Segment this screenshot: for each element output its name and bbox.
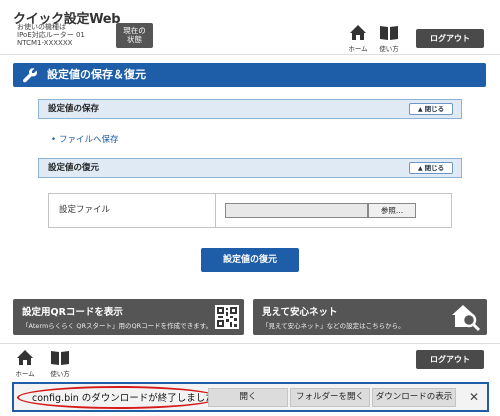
highlight-circle: [17, 386, 219, 409]
qr-code-banner-desc: 「Atermらくらく QRスタート」用のQRコードを作成できます。: [22, 322, 212, 330]
footer-divider: [0, 343, 500, 344]
chevron-up-icon: ▲: [417, 165, 423, 172]
save-section-title: 設定値の保存: [48, 104, 100, 114]
mieru-anshin-banner-desc: 「見えて安心ネット」などの設定はこちらから。: [262, 322, 405, 330]
book-icon: [380, 26, 398, 40]
home-button[interactable]: ホーム: [345, 24, 371, 53]
restore-section-close-button[interactable]: ▲ 閉じる: [409, 162, 453, 174]
manual-label: 使い方: [379, 45, 399, 53]
browse-button[interactable]: 参照...: [368, 203, 416, 218]
mieru-anshin-banner-title: 見えて安心ネット: [262, 307, 338, 318]
footer-home-label: ホーム: [15, 370, 35, 378]
header: クイック設定Web お使いの機種は IPoE対応ルーター 01 NTCM1-XX…: [0, 0, 500, 55]
qr-code-banner[interactable]: 設定用QRコードを表示 「Atermらくらく QRスタート」用のQRコードを作成…: [13, 299, 244, 335]
close-icon[interactable]: ✕: [466, 388, 482, 407]
bullet-icon: •: [51, 135, 57, 145]
footer-manual-button[interactable]: 使い方: [47, 349, 73, 378]
wrench-icon: [22, 68, 38, 83]
footer-home-button[interactable]: ホーム: [12, 349, 38, 378]
home-icon: [17, 350, 33, 365]
footer-manual-label: 使い方: [50, 370, 70, 378]
device-info-line-3: NTCM1-XXXXXX: [17, 39, 73, 47]
page-title-bar: 設定値の保存＆復元: [13, 63, 486, 87]
save-section-header: 設定値の保存 ▲ 閉じる: [38, 99, 462, 119]
download-notification-bar: config.bin のダウンロードが終了しました。 開く フォルダーを開く ダ…: [12, 382, 489, 412]
chevron-up-icon: ▲: [417, 106, 423, 113]
save-section-close-button[interactable]: ▲ 閉じる: [409, 103, 453, 115]
home-search-icon: [452, 305, 481, 331]
mieru-anshin-banner[interactable]: 見えて安心ネット 「見えて安心ネット」などの設定はこちらから。: [253, 299, 487, 335]
restore-settings-button[interactable]: 設定値の復元: [201, 248, 299, 272]
device-info-line-1: お使いの機種は: [17, 23, 66, 31]
book-icon: [51, 351, 69, 365]
open-folder-button[interactable]: フォルダーを開く: [290, 388, 370, 407]
home-icon: [350, 25, 366, 40]
qr-code-banner-title: 設定用QRコードを表示: [22, 307, 123, 318]
home-label: ホーム: [348, 45, 368, 53]
current-status-button[interactable]: 現在の 状態: [116, 23, 153, 48]
logout-button[interactable]: ログアウト: [416, 29, 484, 48]
device-info-line-2: IPoE対応ルーター 01: [17, 31, 85, 39]
save-to-file-row: • ファイルへ保存: [51, 133, 119, 145]
footer-logout-button[interactable]: ログアウト: [416, 350, 484, 369]
restore-section-title: 設定値の復元: [48, 163, 100, 173]
settings-file-input[interactable]: [225, 203, 368, 218]
show-downloads-button[interactable]: ダウンロードの表示: [372, 388, 456, 407]
open-file-button[interactable]: 開く: [208, 388, 288, 407]
qr-code-icon: [215, 305, 239, 329]
save-to-file-link[interactable]: ファイルへ保存: [59, 135, 119, 145]
restore-section-header: 設定値の復元 ▲ 閉じる: [38, 158, 462, 178]
manual-button[interactable]: 使い方: [376, 24, 402, 53]
settings-file-label: 設定ファイル: [49, 194, 216, 227]
page-title: 設定値の保存＆復元: [47, 68, 146, 81]
settings-file-table: 設定ファイル 参照...: [48, 193, 452, 228]
